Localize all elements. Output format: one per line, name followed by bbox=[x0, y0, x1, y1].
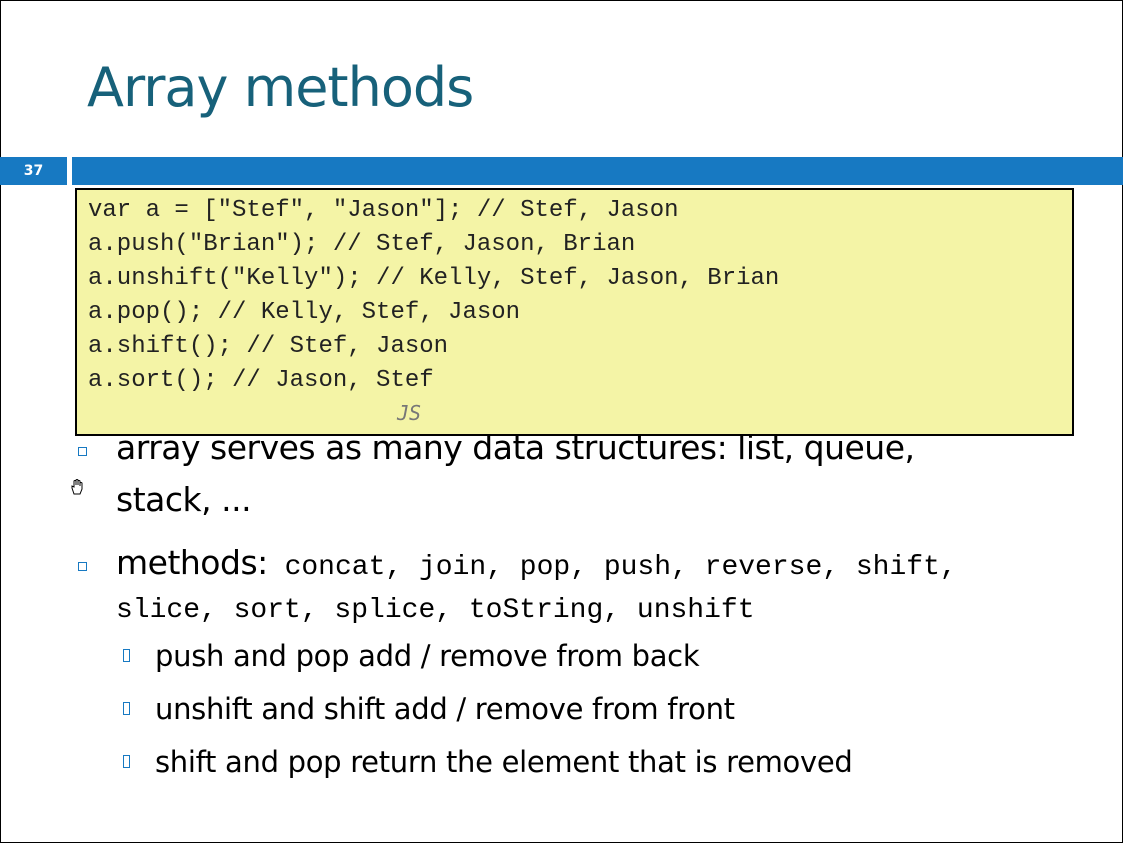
bullet-text: stack, ... bbox=[116, 480, 252, 519]
code-line: a.unshift("Kelly"); // Kelly, Stef, Jaso… bbox=[88, 265, 780, 292]
bullet-text: array serves as many data structures: li… bbox=[116, 428, 915, 467]
code-line: a.shift(); // Stef, Jason bbox=[88, 333, 449, 360]
slide-title: Array methods bbox=[87, 56, 474, 119]
code-block: var a = ["Stef", "Jason"]; // Stef, Jaso… bbox=[75, 188, 1074, 436]
sub-bullet-icon bbox=[123, 755, 130, 768]
methods-list: concat, join, pop, push, reverse, shift, bbox=[267, 552, 957, 583]
bullet-methods-cont: slice, sort, splice, toString, unshift bbox=[116, 586, 755, 626]
square-bullet-icon bbox=[78, 562, 87, 571]
sub-bullet-icon bbox=[123, 702, 130, 715]
header-rule-bar bbox=[72, 157, 1123, 185]
hand-cursor-icon bbox=[70, 479, 84, 499]
methods-label: methods: bbox=[116, 543, 268, 582]
sub-bullet-icon bbox=[123, 649, 130, 662]
methods-list: slice, sort, splice, toString, unshift bbox=[116, 595, 755, 626]
code-language-label: JS bbox=[397, 401, 422, 425]
code-line: a.sort(); // Jason, Stef bbox=[88, 367, 434, 394]
sub-bullet-text: unshift and shift add / remove from fron… bbox=[155, 692, 735, 726]
code-line: a.push("Brian"); // Stef, Jason, Brian bbox=[88, 231, 636, 258]
sub-bullet-text: push and pop add / remove from back bbox=[155, 639, 700, 673]
slide-number: 37 bbox=[0, 157, 67, 185]
code-line: var a = ["Stef", "Jason"]; // Stef, Jaso… bbox=[88, 197, 679, 224]
square-bullet-icon bbox=[78, 447, 87, 456]
bullet-methods: methods: concat, join, pop, push, revers… bbox=[116, 543, 957, 583]
sub-bullet-text: shift and pop return the element that is… bbox=[155, 745, 853, 779]
code-line: a.pop(); // Kelly, Stef, Jason bbox=[88, 299, 521, 326]
